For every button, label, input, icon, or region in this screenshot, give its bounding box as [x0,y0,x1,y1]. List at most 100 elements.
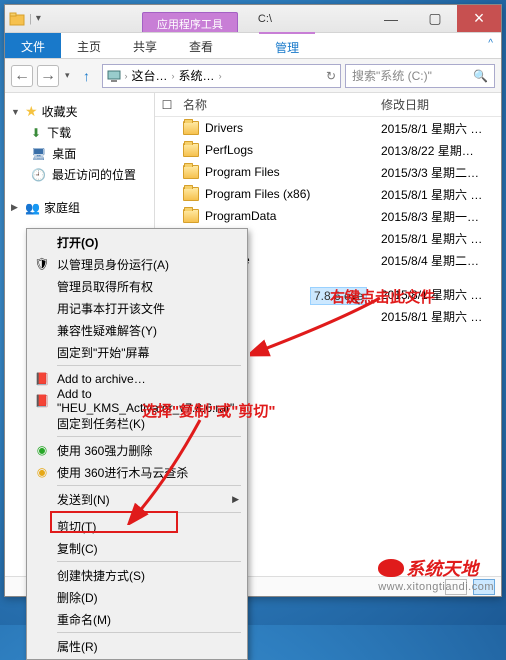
download-icon: ⬇ [31,126,41,140]
qat-item[interactable]: ▾ [36,13,41,24]
search-placeholder: 搜索"系统 (C:)" [352,67,469,84]
file-date: 2013/8/22 星期… [381,142,501,159]
ctx-pin-start[interactable]: 固定到"开始"屏幕 [29,341,245,363]
breadcrumb[interactable]: › 这台… › 系统… › ↻ [102,64,341,88]
search-icon: 🔍 [473,69,488,83]
table-row[interactable]: Program Files2015/3/3 星期二… [155,161,501,183]
folder-icon [183,187,199,201]
separator [57,365,241,366]
ctx-create-shortcut[interactable]: 创建快捷方式(S) [29,564,245,586]
folder-app-icon [9,11,25,27]
star-icon: ★ [25,103,38,120]
chevron-right-icon: › [125,71,128,81]
separator [57,436,241,437]
sidebar-item-label: 下载 [47,124,71,141]
separator [57,561,241,562]
col-date[interactable]: 修改日期 [381,96,501,113]
checkbox-header[interactable]: ☐ [155,98,179,112]
nav-back-button[interactable]: ← [11,65,33,87]
qat-sep: | [29,13,32,25]
file-date: 2015/8/3 星期一… [381,208,501,225]
sidebar-homegroup-label: 家庭组 [44,199,80,216]
column-headers[interactable]: ☐ 名称 修改日期 [155,93,501,117]
nav-bar: ← → ▾ ↑ › 这台… › 系统… › ↻ 搜索"系统 (C:)" 🔍 [5,59,501,93]
computer-icon [107,69,121,83]
desktop-icon: 🖥 [31,147,46,161]
ctx-take-ownership[interactable]: 管理员取得所有权 [29,275,245,297]
ctx-run-as-admin[interactable]: 🛡以管理员身份运行(A) [29,253,245,275]
contextual-tab[interactable]: 应用程序工具 [142,12,238,32]
folder-icon [183,143,199,157]
separator [57,632,241,633]
file-name: Drivers [205,121,243,135]
file-name: ProgramData [205,209,276,223]
details-view-button[interactable] [445,579,467,595]
ctx-delete[interactable]: 删除(D) [29,586,245,608]
ctx-send-to[interactable]: 发送到(N)▶ [29,488,245,510]
ribbon-tab-home[interactable]: 主页 [61,33,117,58]
file-date: 2015/8/4 星期二… [381,252,501,269]
ctx-rename[interactable]: 重命名(M) [29,608,245,630]
shield-icon: 🛡 [34,256,50,272]
separator [57,485,241,486]
ctx-open-notepad[interactable]: 用记事本打开该文件 [29,297,245,319]
sidebar-item-recent[interactable]: 🕘 最近访问的位置 [11,164,148,185]
sidebar-favorites[interactable]: ▼ ★ 收藏夹 [11,101,148,122]
folder-icon [183,165,199,179]
ctx-copy[interactable]: 复制(C) [29,537,245,559]
ctx-360-delete[interactable]: ◉使用 360强力删除 [29,439,245,461]
ribbon-file-tab[interactable]: 文件 [5,33,61,58]
table-row[interactable]: Program Files (x86)2015/8/1 星期六 … [155,183,501,205]
chevron-right-icon: › [172,71,175,81]
360-icon: ◉ [34,464,50,480]
search-box[interactable]: 搜索"系统 (C:)" 🔍 [345,64,495,88]
sidebar-item-downloads[interactable]: ⬇ 下载 [11,122,148,143]
crumb-drive[interactable]: 系统… [179,67,215,84]
close-button[interactable]: × [457,5,501,32]
sidebar-item-label: 最近访问的位置 [52,166,136,183]
ctx-360-scan[interactable]: ◉使用 360进行木马云查杀 [29,461,245,483]
ctx-add-to-rar[interactable]: 📕Add to "HEU_KMS_Activator_v7.8.6.rar" [29,390,245,412]
file-date: 2015/3/3 星期二… [381,164,501,181]
file-date: 2015/8/1 星期六 … [381,120,501,137]
file-date: 2015/8/1 星期六 … [381,230,501,247]
separator [57,512,241,513]
context-menu: 打开(O) 🛡以管理员身份运行(A) 管理员取得所有权 用记事本打开该文件 兼容… [26,228,248,660]
chevron-right-icon: ▶ [232,494,239,505]
ctx-cut[interactable]: 剪切(T) [29,515,245,537]
ribbon-expand-button[interactable]: ^ [480,33,501,58]
sidebar-favorites-label: 收藏夹 [42,103,78,120]
col-name[interactable]: 名称 [179,96,381,113]
title-path: C:\ [258,13,272,25]
file-name: PerfLogs [205,143,253,157]
nav-history-button[interactable]: ▾ [63,70,72,81]
refresh-icon[interactable]: ↻ [326,69,336,83]
file-date: 2015/8/1 星期六 … [381,186,501,203]
minimize-button[interactable]: — [369,5,413,32]
ribbon-tabs: 文件 主页 共享 查看 管理 ^ [5,33,501,59]
table-row[interactable]: Drivers 2015/8/1 星期六 … [155,117,501,139]
ribbon-tab-share[interactable]: 共享 [117,33,173,58]
sidebar-item-desktop[interactable]: 🖥 桌面 [11,143,148,164]
360-icon: ◉ [34,442,50,458]
table-row[interactable]: ProgramData 2015/8/3 星期一… [155,205,501,227]
ctx-properties[interactable]: 属性(R) [29,635,245,657]
rar-icon: 📕 [34,393,50,409]
nav-forward-button[interactable]: → [37,65,59,87]
ctx-pin-taskbar[interactable]: 固定到任务栏(K) [29,412,245,434]
ctx-compat[interactable]: 兼容性疑难解答(Y) [29,319,245,341]
crumb-computer[interactable]: 这台… [132,67,168,84]
maximize-button[interactable]: ▢ [413,5,457,32]
ribbon-tab-view[interactable]: 查看 [173,33,229,58]
chevron-right-icon: › [219,71,222,81]
sidebar-item-label: 桌面 [52,145,76,162]
ribbon-tab-manage[interactable]: 管理 [259,32,315,58]
table-row[interactable]: PerfLogs 2013/8/22 星期… [155,139,501,161]
nav-up-button[interactable]: ↑ [76,68,98,84]
recent-icon: 🕘 [31,168,46,182]
icons-view-button[interactable] [473,579,495,595]
ctx-open[interactable]: 打开(O) [29,231,245,253]
collapse-icon: ▼ [11,107,21,117]
expand-icon: ▶ [11,202,21,213]
sidebar-homegroup[interactable]: ▶ 👥 家庭组 [11,197,148,218]
